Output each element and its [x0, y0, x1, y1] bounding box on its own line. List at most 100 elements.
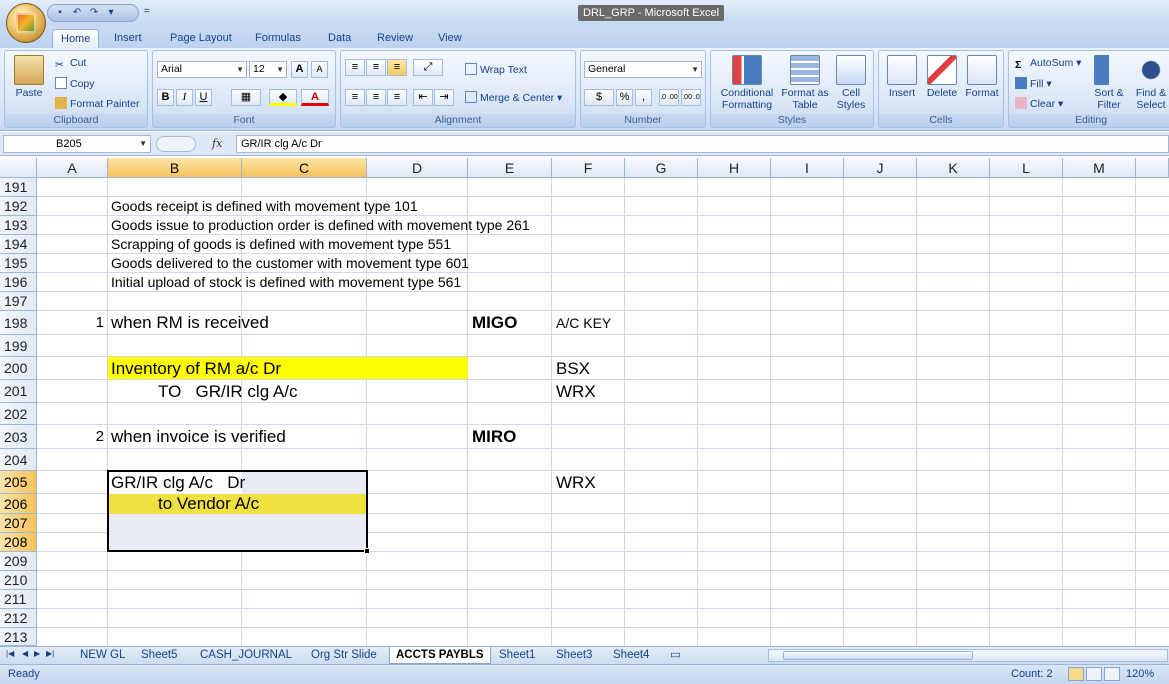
number-format-select[interactable]: General ▼	[584, 61, 702, 78]
office-button[interactable]	[6, 3, 46, 43]
column-header-b[interactable]: B	[108, 158, 242, 178]
first-sheet-icon[interactable]: |◀	[6, 649, 14, 658]
select-all-corner[interactable]	[0, 158, 37, 178]
fill-button[interactable]: Fill ▾	[1015, 77, 1052, 90]
zoom-level[interactable]: 120%	[1126, 668, 1154, 680]
column-header-h[interactable]: H	[698, 158, 771, 178]
paste-button[interactable]: Paste	[9, 55, 49, 99]
normal-view-icon[interactable]	[1068, 667, 1084, 681]
row-header[interactable]: 206	[0, 494, 37, 514]
row-header[interactable]: 212	[0, 609, 37, 628]
row-header[interactable]: 210	[0, 571, 37, 590]
autosum-button[interactable]: Σ AutoSum ▾	[1015, 57, 1081, 71]
sheet-tab-org-str-slide[interactable]: Org Str Slide	[305, 647, 383, 664]
customize-qat-icon[interactable]: =	[144, 6, 150, 17]
comma-button[interactable]: ,	[635, 89, 652, 106]
cell-styles-button[interactable]: Cell Styles	[831, 55, 871, 111]
delete-cells-button[interactable]: Delete	[923, 55, 961, 99]
column-header-l[interactable]: L	[990, 158, 1063, 178]
orientation-button[interactable]: ⤢	[413, 59, 443, 76]
row-header[interactable]: 199	[0, 335, 37, 357]
name-box[interactable]: B205 ▼	[3, 135, 151, 153]
tab-review[interactable]: Review	[369, 29, 421, 48]
row-header[interactable]: 200	[0, 357, 37, 380]
format-cells-button[interactable]: Format	[963, 55, 1001, 99]
shrink-font-button[interactable]: A	[311, 61, 328, 78]
conditional-formatting-button[interactable]: Conditional Formatting	[715, 55, 779, 111]
sort-filter-button[interactable]: Sort & Filter	[1089, 55, 1129, 111]
row-header[interactable]: 202	[0, 403, 37, 425]
column-header-g[interactable]: G	[625, 158, 698, 178]
next-sheet-icon[interactable]: ▶	[34, 649, 40, 658]
row-header[interactable]: 213	[0, 628, 37, 646]
row-header[interactable]: 198	[0, 311, 37, 335]
decrease-decimal-button[interactable]: .00 .0	[681, 89, 701, 106]
column-header-e[interactable]: E	[468, 158, 552, 178]
row-header[interactable]: 203	[0, 425, 37, 449]
sheet-tab-sheet3[interactable]: Sheet3	[550, 647, 598, 664]
column-header-k[interactable]: K	[917, 158, 990, 178]
last-sheet-icon[interactable]: ▶|	[46, 649, 54, 658]
tab-data[interactable]: Data	[320, 29, 359, 48]
clear-button[interactable]: Clear ▾	[1015, 97, 1063, 110]
align-bottom-button[interactable]: ≡	[387, 59, 407, 76]
sheet-tab-accts-paybls[interactable]: ACCTS PAYBLS	[389, 647, 491, 664]
percent-button[interactable]: %	[616, 89, 633, 106]
find-select-button[interactable]: Find & Select	[1131, 55, 1169, 111]
merge-center-button[interactable]: Merge & Center ▾	[465, 91, 562, 104]
font-name-select[interactable]: Arial ▼	[157, 61, 247, 78]
row-header[interactable]: 209	[0, 552, 37, 571]
page-layout-view-icon[interactable]	[1086, 667, 1102, 681]
sheet-tab-new-gl[interactable]: NEW GL	[74, 647, 131, 664]
row-header[interactable]: 192	[0, 197, 37, 216]
column-header-d[interactable]: D	[367, 158, 468, 178]
row-header[interactable]: 191	[0, 178, 37, 197]
formula-input[interactable]: GR/IR clg A/c Dr	[236, 135, 1169, 153]
borders-button[interactable]: ▦	[231, 89, 261, 106]
column-header-n[interactable]	[1136, 158, 1169, 178]
fill-handle[interactable]	[364, 548, 370, 554]
bold-button[interactable]: B	[157, 89, 174, 106]
fill-color-button[interactable]: ◆	[269, 89, 297, 106]
scrollbar-thumb[interactable]	[783, 651, 973, 660]
redo-icon[interactable]: ↷	[88, 7, 100, 19]
copy-button[interactable]: Copy	[55, 77, 95, 90]
tab-home[interactable]: Home	[52, 29, 100, 48]
insert-sheet-button[interactable]: ▭	[664, 647, 687, 664]
format-painter-button[interactable]: Format Painter	[55, 97, 139, 110]
column-header-j[interactable]: J	[844, 158, 917, 178]
column-header-m[interactable]: M	[1063, 158, 1136, 178]
row-header[interactable]: 211	[0, 590, 37, 609]
row-header[interactable]: 195	[0, 254, 37, 273]
sheet-tab-sheet1[interactable]: Sheet1	[493, 647, 541, 664]
row-header[interactable]: 208	[0, 533, 37, 552]
row-header[interactable]: 204	[0, 449, 37, 471]
save-icon[interactable]: ▪	[54, 7, 66, 19]
currency-button[interactable]: $	[584, 89, 614, 106]
align-top-button[interactable]: ≡	[345, 59, 365, 76]
format-as-table-button[interactable]: Format as Table	[781, 55, 829, 111]
align-right-button[interactable]: ≡	[387, 89, 407, 106]
align-middle-button[interactable]: ≡	[366, 59, 386, 76]
row-header[interactable]: 201	[0, 380, 37, 403]
horizontal-scrollbar[interactable]	[768, 649, 1168, 662]
prev-sheet-icon[interactable]: ◀	[22, 649, 28, 658]
italic-button[interactable]: I	[176, 89, 193, 106]
grow-font-button[interactable]: A	[291, 61, 308, 78]
font-size-select[interactable]: 12 ▼	[249, 61, 287, 78]
increase-indent-button[interactable]: ⇥	[434, 89, 454, 106]
sheet-tab-sheet5[interactable]: Sheet5	[135, 647, 183, 664]
undo-icon[interactable]: ↶	[71, 7, 83, 19]
row-header[interactable]: 207	[0, 514, 37, 533]
row-header[interactable]: 196	[0, 273, 37, 292]
row-header[interactable]: 194	[0, 235, 37, 254]
underline-button[interactable]: U	[195, 89, 212, 106]
insert-function-icon[interactable]: fx	[212, 137, 222, 150]
column-header-i[interactable]: I	[771, 158, 844, 178]
insert-cells-button[interactable]: Insert	[883, 55, 921, 99]
sheet-tab-cash-journal[interactable]: CASH_JOURNAL	[194, 647, 298, 664]
row-header[interactable]: 205	[0, 471, 37, 494]
dropdown-icon[interactable]: ▾	[105, 7, 117, 19]
tab-view[interactable]: View	[430, 29, 470, 48]
row-header[interactable]: 197	[0, 292, 37, 311]
